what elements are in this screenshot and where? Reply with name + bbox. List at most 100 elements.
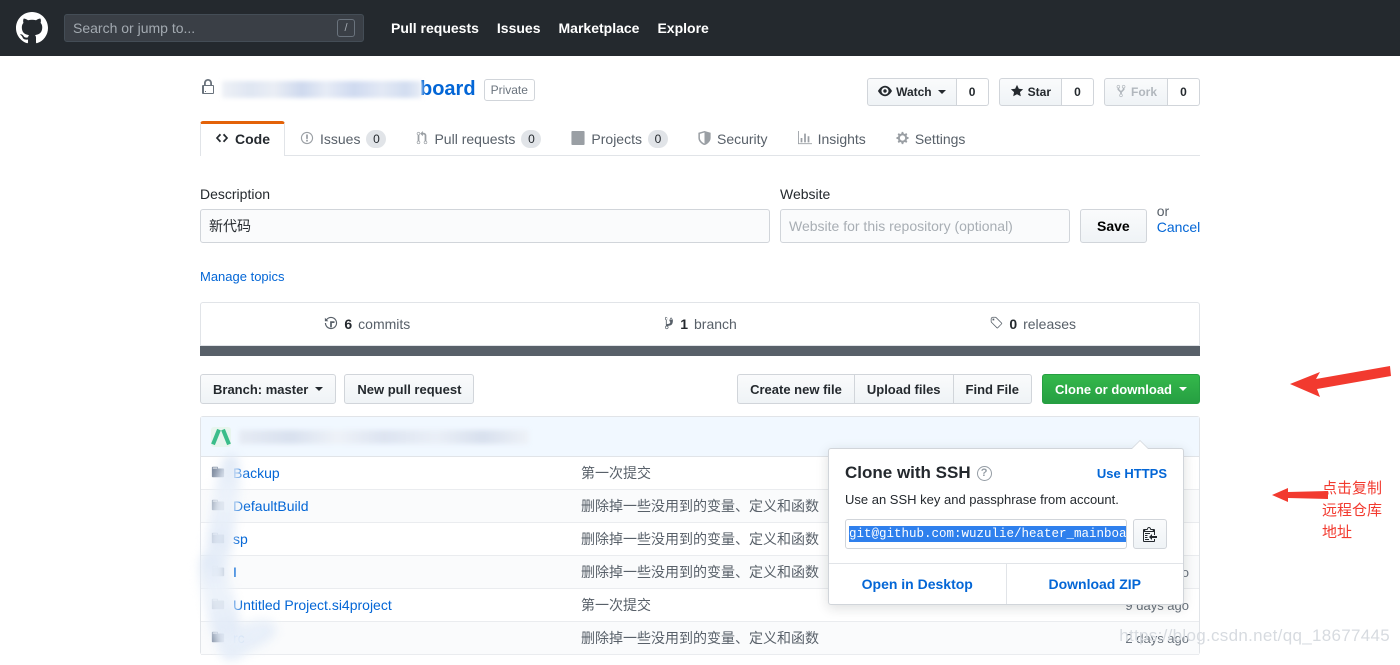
watch-label: Watch <box>896 85 932 99</box>
clone-dropdown-panel: Clone with SSH ? Use HTTPS Use an SSH ke… <box>828 440 1184 605</box>
clone-or-download-label: Clone or download <box>1055 381 1172 397</box>
file-name-cell: rc <box>211 630 581 647</box>
nav-issues[interactable]: Issues <box>488 20 550 36</box>
github-mark-icon[interactable] <box>16 12 48 44</box>
tab-issues-label: Issues <box>320 131 361 147</box>
file-name-link[interactable]: sp <box>233 531 248 547</box>
file-name-link[interactable]: rc <box>233 630 245 646</box>
git-branch-icon <box>663 316 674 333</box>
fork-label: Fork <box>1130 85 1157 99</box>
tab-code[interactable]: Code <box>200 121 285 156</box>
gear-icon <box>896 131 909 148</box>
tab-security[interactable]: Security <box>683 121 783 156</box>
find-file-button[interactable]: Find File <box>952 374 1032 404</box>
search-slash-key: / <box>337 19 355 37</box>
new-pull-request-button[interactable]: New pull request <box>344 374 475 404</box>
tab-pull-requests[interactable]: Pull requests 0 <box>401 121 556 156</box>
file-name-link[interactable]: DefaultBuild <box>233 498 309 514</box>
branch-selector-label: Branch: master <box>213 381 309 397</box>
avatar <box>211 426 231 447</box>
open-in-desktop-button[interactable]: Open in Desktop <box>829 564 1007 604</box>
table-row[interactable]: rc 删除掉一些没用到的变量、定义和函数 2 days ago <box>201 622 1199 655</box>
branches-count: 1 <box>680 316 688 332</box>
tag-icon <box>989 316 1003 333</box>
commit-message[interactable]: 删除掉一些没用到的变量、定义和函数 <box>581 628 1079 648</box>
tab-projects-label: Projects <box>591 131 642 147</box>
fork-button: Fork <box>1103 78 1168 106</box>
star-count[interactable]: 0 <box>1061 78 1094 106</box>
use-https-link[interactable]: Use HTTPS <box>1097 466 1167 481</box>
nav-pull-requests[interactable]: Pull requests <box>382 20 488 36</box>
star-button-group: Star 0 <box>998 78 1094 106</box>
tab-settings[interactable]: Settings <box>881 121 981 156</box>
repository-summary-bar: 6 commits 1 branch 0 releases <box>200 302 1200 346</box>
commits-label: commits <box>358 316 411 332</box>
language-bar <box>200 346 1200 356</box>
file-name-link[interactable]: Untitled Project.si4project <box>233 597 392 613</box>
file-name-cell: sp <box>211 531 581 548</box>
nav-marketplace[interactable]: Marketplace <box>550 20 649 36</box>
file-name-link[interactable]: Backup <box>233 465 280 481</box>
star-button[interactable]: Star <box>998 78 1062 106</box>
search-placeholder: Search or jump to... <box>73 20 196 36</box>
commits-summary[interactable]: 6 commits <box>201 303 534 345</box>
tab-issues[interactable]: Issues 0 <box>285 121 401 156</box>
watermark: https://blog.csdn.net/qq_18677445 <box>1119 626 1390 645</box>
shield-icon <box>698 130 711 148</box>
clone-or-download-button[interactable]: Clone or download <box>1042 374 1200 404</box>
file-actions-group: Create new file Upload files Find File <box>737 374 1032 404</box>
clone-subtitle: Use an SSH key and passphrase from accou… <box>845 492 1119 507</box>
annotation-copy-note: 点击复制远程仓库地址 <box>1322 480 1383 541</box>
save-button[interactable]: Save <box>1080 209 1147 243</box>
watch-count[interactable]: 0 <box>956 78 989 106</box>
clone-panel-footer: Open in Desktop Download ZIP <box>829 563 1183 604</box>
tab-projects[interactable]: Projects 0 <box>556 121 683 156</box>
clone-title-wrapper: Clone with SSH ? <box>845 463 1097 483</box>
fork-count: 0 <box>1168 78 1200 106</box>
file-name-link[interactable]: I <box>233 564 237 580</box>
file-name-cell: DefaultBuild <box>211 498 581 515</box>
cancel-link[interactable]: Cancel <box>1157 219 1201 235</box>
branches-label: branch <box>694 316 737 332</box>
description-label: Description <box>200 186 271 202</box>
create-new-file-button[interactable]: Create new file <box>737 374 854 404</box>
chevron-down-icon <box>1179 387 1187 391</box>
cancel-wrapper: or Cancel <box>1157 203 1201 243</box>
clipboard-copy-icon[interactable] <box>1133 519 1167 549</box>
folder-icon <box>211 564 225 581</box>
download-zip-button[interactable]: Download ZIP <box>1007 564 1184 604</box>
branch-selector-button[interactable]: Branch: master <box>200 374 337 404</box>
website-label: Website <box>780 186 831 202</box>
website-input[interactable] <box>780 209 1070 243</box>
upload-files-button[interactable]: Upload files <box>853 374 953 404</box>
releases-summary[interactable]: 0 releases <box>866 303 1199 345</box>
history-icon <box>324 316 338 333</box>
repository-name[interactable]: board <box>420 78 476 101</box>
watch-button-group: Watch 0 <box>867 78 989 106</box>
folder-icon <box>211 531 225 548</box>
or-text: or <box>1156 203 1170 219</box>
tab-insights[interactable]: Insights <box>783 121 881 156</box>
repo-lock-icon <box>200 78 216 101</box>
search-input[interactable]: Search or jump to... / <box>64 14 364 42</box>
clone-url-input[interactable]: git@github.com:wuzulie/heater_mainboard. <box>845 519 1127 549</box>
watch-button[interactable]: Watch <box>867 78 957 106</box>
file-name-cell: Untitled Project.si4project <box>211 597 581 614</box>
eye-icon <box>878 84 893 101</box>
code-icon <box>215 131 229 148</box>
repository-title: board Private <box>200 78 867 101</box>
manage-topics-link[interactable]: Manage topics <box>200 269 285 284</box>
toolbar-right: Create new file Upload files Find File C… <box>737 374 1200 404</box>
nav-explore[interactable]: Explore <box>648 20 717 36</box>
git-pull-request-icon <box>416 130 428 148</box>
toolbar-left: Branch: master New pull request <box>200 374 475 404</box>
tab-projects-count: 0 <box>647 130 668 148</box>
star-label: Star <box>1027 85 1051 99</box>
description-input[interactable] <box>200 209 770 243</box>
annotation-arrow-clone-button <box>1290 364 1395 403</box>
fork-button-group: Fork 0 <box>1103 78 1200 106</box>
website-field-wrapper: Website <box>780 186 1070 243</box>
branches-summary[interactable]: 1 branch <box>534 303 867 345</box>
question-mark-icon[interactable]: ? <box>976 465 992 481</box>
latest-commit-message-redacted <box>239 429 529 444</box>
